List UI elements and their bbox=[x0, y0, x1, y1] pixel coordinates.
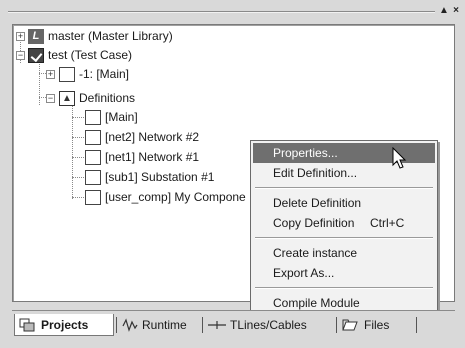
pane-header: ▲ × bbox=[0, 0, 465, 22]
definition-icon bbox=[85, 170, 101, 185]
menu-item-label: Copy Definition bbox=[273, 216, 355, 230]
tab-divider bbox=[336, 317, 337, 333]
header-rule bbox=[8, 11, 435, 13]
tree-node-test[interactable]: − test (Test Case) bbox=[13, 46, 253, 65]
tab-label: Projects bbox=[41, 318, 89, 332]
definition-icon bbox=[85, 110, 101, 125]
menu-item-copy-definition[interactable]: Copy Definition Ctrl+C bbox=[253, 213, 435, 233]
tab-bar: Projects Runtime TLines/Cables Files bbox=[12, 310, 455, 340]
tree-node-label: test (Test Case) bbox=[48, 48, 133, 62]
definition-icon bbox=[85, 150, 101, 165]
expand-icon[interactable]: + bbox=[46, 70, 55, 79]
app-window: ▲ × + L master (Master Library) − test (… bbox=[0, 0, 465, 348]
tree-node-label: [Main] bbox=[105, 110, 138, 124]
menu-item-delete-definition[interactable]: Delete Definition bbox=[253, 193, 435, 213]
tree-node-def-net1[interactable]: [net1] Network #1 bbox=[13, 148, 253, 167]
menu-item-shortcut: Ctrl+C bbox=[370, 216, 405, 230]
tree-node-main-instance[interactable]: + -1: [Main] bbox=[13, 65, 253, 84]
menu-separator bbox=[255, 237, 433, 239]
context-menu: Properties... Edit Definition... Delete … bbox=[250, 140, 438, 316]
tree-node-label: [sub1] Substation #1 bbox=[105, 170, 215, 184]
definition-icon bbox=[85, 130, 101, 145]
test-case-icon bbox=[28, 48, 44, 63]
tree-node-def-sub1[interactable]: [sub1] Substation #1 bbox=[13, 168, 253, 187]
library-icon: L bbox=[28, 29, 44, 44]
definitions-icon bbox=[59, 91, 75, 106]
tab-label: Runtime bbox=[142, 318, 187, 332]
tab-label: Files bbox=[364, 318, 390, 332]
tab-projects[interactable]: Projects bbox=[14, 314, 114, 336]
menu-separator bbox=[255, 187, 433, 189]
runtime-wave-icon bbox=[122, 318, 138, 332]
tree-node-label: Definitions bbox=[79, 91, 136, 105]
tab-label: TLines/Cables bbox=[230, 318, 307, 332]
files-icon bbox=[342, 319, 358, 331]
tree-node-master[interactable]: + L master (Master Library) bbox=[13, 27, 253, 46]
tab-divider bbox=[116, 317, 117, 333]
tree-node-def-net2[interactable]: [net2] Network #2 bbox=[13, 128, 253, 147]
mouse-cursor-icon bbox=[392, 147, 407, 169]
tab-divider bbox=[416, 317, 417, 333]
tree-node-label: [net2] Network #2 bbox=[105, 130, 200, 144]
component-definition-icon bbox=[85, 190, 101, 205]
tree-node-label: [user_comp] My Compone bbox=[105, 190, 246, 204]
expand-icon[interactable]: + bbox=[16, 32, 25, 41]
scroll-up-arrow-icon[interactable]: ▲ bbox=[438, 4, 450, 18]
collapse-icon[interactable]: − bbox=[46, 94, 55, 103]
tree-node-label: [net1] Network #1 bbox=[105, 150, 200, 164]
tree-node-label: master (Master Library) bbox=[48, 29, 173, 43]
menu-item-create-instance[interactable]: Create instance bbox=[253, 243, 435, 263]
tree-node-def-main[interactable]: [Main] bbox=[13, 108, 253, 127]
instance-icon bbox=[59, 67, 75, 82]
transmission-line-icon bbox=[208, 321, 226, 329]
menu-separator bbox=[255, 287, 433, 289]
tab-divider bbox=[202, 317, 203, 333]
collapse-icon[interactable]: − bbox=[16, 51, 25, 60]
tab-runtime[interactable]: Runtime bbox=[118, 314, 202, 336]
menu-item-export-as[interactable]: Export As... bbox=[253, 263, 435, 283]
tree-node-def-user-comp[interactable]: [user_comp] My Compone bbox=[13, 188, 253, 207]
tree-node-label: -1: [Main] bbox=[79, 67, 130, 81]
close-icon[interactable]: × bbox=[450, 4, 462, 18]
tab-files[interactable]: Files bbox=[338, 314, 414, 336]
tab-tlines[interactable]: TLines/Cables bbox=[204, 314, 334, 336]
projects-icon bbox=[19, 318, 35, 332]
tree-node-definitions[interactable]: − Definitions bbox=[13, 89, 253, 108]
